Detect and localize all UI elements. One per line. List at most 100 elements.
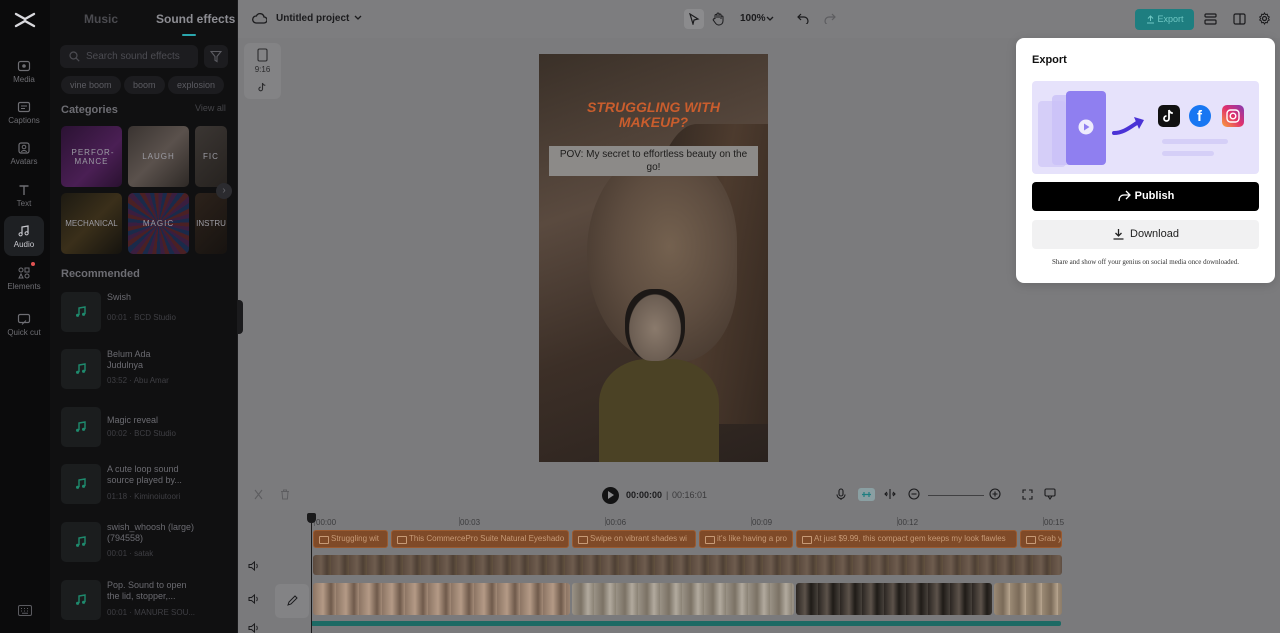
list-item[interactable]: Magic reveal 00:02 · BCD Studio xyxy=(61,407,231,447)
track-meta: 00:01 · BCD Studio xyxy=(107,313,176,322)
rail-item-media[interactable]: Media xyxy=(4,51,44,91)
layers-icon[interactable] xyxy=(1204,13,1217,25)
feedback-icon[interactable] xyxy=(1044,488,1056,500)
speaker-icon[interactable] xyxy=(248,593,260,605)
category-fiction[interactable]: FIC xyxy=(195,126,227,187)
hand-icon[interactable] xyxy=(712,12,725,26)
speaker-icon[interactable] xyxy=(248,622,260,633)
zoom-out-icon[interactable] xyxy=(908,488,920,500)
list-item[interactable]: Belum Ada Judulnya 03:52 · Abu Amar xyxy=(61,349,231,389)
zoom-in-icon[interactable] xyxy=(989,488,1001,500)
banner-line xyxy=(1162,151,1214,156)
edit-cover-button[interactable] xyxy=(275,584,309,618)
top-bar: Untitled project 100% Export xyxy=(238,0,1280,38)
chevron-down-icon[interactable] xyxy=(766,16,774,22)
ruler-label: 00:12 xyxy=(898,518,919,527)
track-thumbnail xyxy=(61,407,101,447)
split-icon[interactable] xyxy=(253,489,264,500)
publish-button[interactable]: Publish xyxy=(1032,182,1259,211)
chip-boom[interactable]: boom xyxy=(124,76,165,94)
music-note-icon xyxy=(76,306,86,317)
chevron-down-icon[interactable] xyxy=(354,15,362,21)
timeline-zoom-slider[interactable] xyxy=(928,495,984,496)
track-thumbnail xyxy=(61,580,101,620)
panel-tabs: Music Sound effects xyxy=(50,0,238,38)
filter-icon xyxy=(210,50,222,63)
text-clip[interactable]: Struggling wit xyxy=(313,530,388,548)
settings-gear-icon[interactable] xyxy=(1258,12,1271,25)
rail-item-captions[interactable]: Captions xyxy=(4,92,44,132)
microphone-icon[interactable] xyxy=(836,488,846,501)
track-meta: 00:01 · satak xyxy=(107,549,154,558)
text-clip[interactable]: Swipe on vibrant shades wi xyxy=(572,530,696,548)
undo-icon[interactable] xyxy=(797,13,809,24)
rail-label: Text xyxy=(16,198,32,208)
rail-label: Captions xyxy=(8,115,40,125)
video-preview[interactable]: STRUGGLING WITH MAKEUP? POV: My secret t… xyxy=(539,54,768,462)
split-view-icon[interactable] xyxy=(884,488,896,500)
video-clip[interactable] xyxy=(572,583,794,615)
ruler-label: 00:09 xyxy=(752,518,773,527)
category-performance[interactable]: PERFOR-MANCE xyxy=(61,126,122,187)
banner-line xyxy=(1162,139,1228,144)
tab-sound-effects[interactable]: Sound effects xyxy=(156,12,235,26)
rail-item-text[interactable]: Text xyxy=(4,175,44,215)
list-item[interactable]: Swish 00:01 · BCD Studio xyxy=(61,292,231,332)
tab-music[interactable]: Music xyxy=(84,12,118,26)
rail-item-avatars[interactable]: Avatars xyxy=(4,133,44,173)
playhead[interactable] xyxy=(307,513,316,633)
video-clip[interactable] xyxy=(313,583,570,615)
download-button[interactable]: Download xyxy=(1032,220,1259,249)
export-button[interactable]: Export xyxy=(1135,9,1194,30)
layout-panel-icon[interactable] xyxy=(1233,13,1246,25)
redo-icon[interactable] xyxy=(824,13,836,24)
text-clip[interactable]: This CommercePro Suite Natural Eyeshado xyxy=(391,530,569,548)
category-magic[interactable]: MAGIC xyxy=(128,193,189,254)
rail-item-quick-cut[interactable]: Quick cut xyxy=(4,304,44,344)
track-thumbnail xyxy=(61,349,101,389)
speaker-icon[interactable] xyxy=(248,560,260,572)
chip-vine-boom[interactable]: vine boom xyxy=(61,76,121,94)
zoom-level[interactable]: 100% xyxy=(740,13,766,24)
capcut-logo-icon[interactable] xyxy=(14,10,36,30)
text-clip[interactable]: it's like having a pro xyxy=(699,530,793,548)
banner-video-card xyxy=(1066,91,1106,165)
list-item[interactable]: Pop. Sound to open the lid, stopper,... … xyxy=(61,580,231,620)
category-laugh[interactable]: LAUGH xyxy=(128,126,189,187)
view-all-link[interactable]: View all xyxy=(195,103,226,113)
category-instruments[interactable]: INSTRU xyxy=(195,193,227,254)
aspect-ratio-tool[interactable]: 9:16 xyxy=(244,43,281,99)
trash-icon[interactable] xyxy=(280,489,290,500)
keyboard-icon[interactable] xyxy=(18,605,32,616)
chevron-right-icon[interactable]: › xyxy=(216,183,232,199)
rail-item-audio[interactable]: Audio xyxy=(4,216,44,256)
time-separator: | xyxy=(666,490,669,500)
fullscreen-icon[interactable] xyxy=(1022,489,1033,500)
project-name[interactable]: Untitled project xyxy=(276,13,349,24)
magnet-toggle[interactable] xyxy=(858,488,875,501)
panel-collapse-handle[interactable] xyxy=(237,300,243,334)
track-title: A cute loop sound source played by... xyxy=(107,464,182,485)
overlay-caption[interactable]: POV: My secret to effortless beauty on t… xyxy=(549,146,758,176)
rail-item-elements[interactable]: Elements xyxy=(4,258,44,298)
filter-button[interactable] xyxy=(204,45,228,68)
search-input[interactable]: Search sound effects xyxy=(60,45,198,68)
category-label: MAGIC xyxy=(142,219,175,228)
text-clip[interactable]: At just $9.99, this compact gem keeps my… xyxy=(796,530,1017,548)
list-item[interactable]: swish_whoosh (large)(794558) 00:01 · sat… xyxy=(61,522,231,562)
avatar-video-track[interactable] xyxy=(313,555,1062,575)
cloud-icon[interactable] xyxy=(252,12,267,25)
video-clip[interactable] xyxy=(796,583,992,615)
overlay-title[interactable]: STRUGGLING WITH MAKEUP? xyxy=(539,100,768,130)
rail-label: Avatars xyxy=(10,156,38,166)
audio-track[interactable] xyxy=(311,621,1061,626)
text-clip[interactable]: Grab y xyxy=(1020,530,1062,548)
video-clip[interactable] xyxy=(994,583,1062,615)
category-mechanical[interactable]: MECHANICAL xyxy=(61,193,122,254)
select-tool-button[interactable] xyxy=(684,9,704,29)
pen-icon xyxy=(287,595,298,606)
play-button[interactable] xyxy=(602,487,619,504)
music-note-icon xyxy=(18,224,29,236)
list-item[interactable]: A cute loop sound source played by... 01… xyxy=(61,464,231,504)
chip-explosion[interactable]: explosion xyxy=(168,76,225,94)
